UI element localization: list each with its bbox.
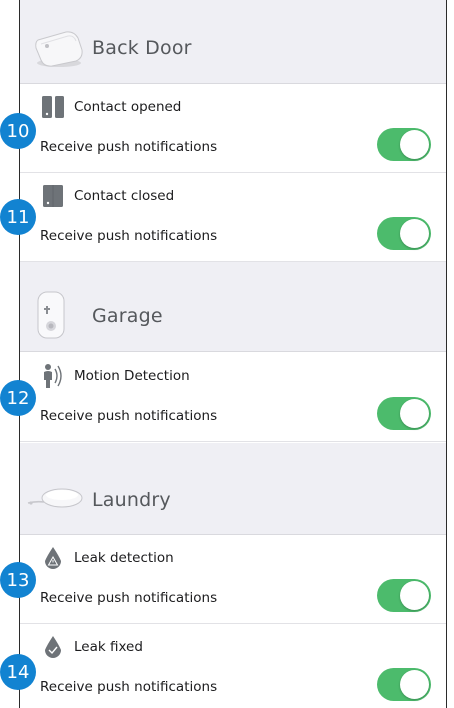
leak-fixed-icon bbox=[45, 636, 61, 658]
push-notifications-toggle[interactable] bbox=[377, 668, 431, 701]
contact-closed-icon bbox=[43, 185, 63, 207]
step-badge: 10 bbox=[0, 113, 36, 149]
push-notifications-toggle[interactable] bbox=[377, 397, 431, 430]
step-badge: 13 bbox=[0, 562, 36, 598]
leak-sensor-icon bbox=[27, 488, 83, 508]
event-row-contact-closed: Contact closed Receive push notification… bbox=[20, 173, 446, 262]
notification-settings-list: Back Door Contact opened Receive push no… bbox=[19, 0, 447, 708]
door-contact-sensor-icon bbox=[35, 31, 83, 67]
section-header-laundry: Laundry bbox=[20, 443, 446, 535]
event-row-contact-opened: Contact opened Receive push notification… bbox=[20, 84, 446, 173]
section-header-garage: Garage bbox=[20, 262, 446, 352]
event-label: Leak detection bbox=[74, 550, 174, 566]
section-name: Laundry bbox=[92, 489, 171, 511]
toggle-knob bbox=[400, 670, 429, 699]
step-badge: 12 bbox=[0, 380, 36, 416]
leak-detection-icon bbox=[45, 547, 61, 569]
push-notifications-toggle[interactable] bbox=[377, 217, 431, 250]
push-notifications-label: Receive push notifications bbox=[40, 139, 218, 155]
section-name: Garage bbox=[92, 305, 163, 327]
push-notifications-toggle[interactable] bbox=[377, 579, 431, 612]
toggle-knob bbox=[400, 130, 429, 159]
section-name: Back Door bbox=[92, 37, 192, 59]
event-label: Leak fixed bbox=[74, 639, 143, 655]
push-notifications-toggle[interactable] bbox=[377, 128, 431, 161]
event-row-leak-detection: Leak detection Receive push notification… bbox=[20, 535, 446, 624]
push-notifications-label: Receive push notifications bbox=[40, 228, 218, 244]
toggle-knob bbox=[400, 581, 429, 610]
contact-opened-icon bbox=[42, 96, 64, 118]
event-label: Contact closed bbox=[74, 188, 175, 204]
motion-sensor-icon bbox=[37, 291, 65, 339]
push-notifications-label: Receive push notifications bbox=[40, 679, 218, 695]
motion-detection-icon bbox=[44, 364, 62, 388]
toggle-knob bbox=[400, 219, 429, 248]
step-badge: 14 bbox=[0, 654, 36, 690]
step-badge: 11 bbox=[0, 199, 36, 235]
section-header-back-door: Back Door bbox=[20, 0, 446, 84]
toggle-knob bbox=[400, 399, 429, 428]
event-label: Contact opened bbox=[74, 99, 182, 115]
push-notifications-label: Receive push notifications bbox=[40, 590, 218, 606]
event-row-leak-fixed: Leak fixed Receive push notifications bbox=[20, 624, 446, 708]
event-label: Motion Detection bbox=[74, 368, 190, 384]
event-row-motion-detection: Motion Detection Receive push notificati… bbox=[20, 353, 446, 442]
push-notifications-label: Receive push notifications bbox=[40, 408, 218, 424]
